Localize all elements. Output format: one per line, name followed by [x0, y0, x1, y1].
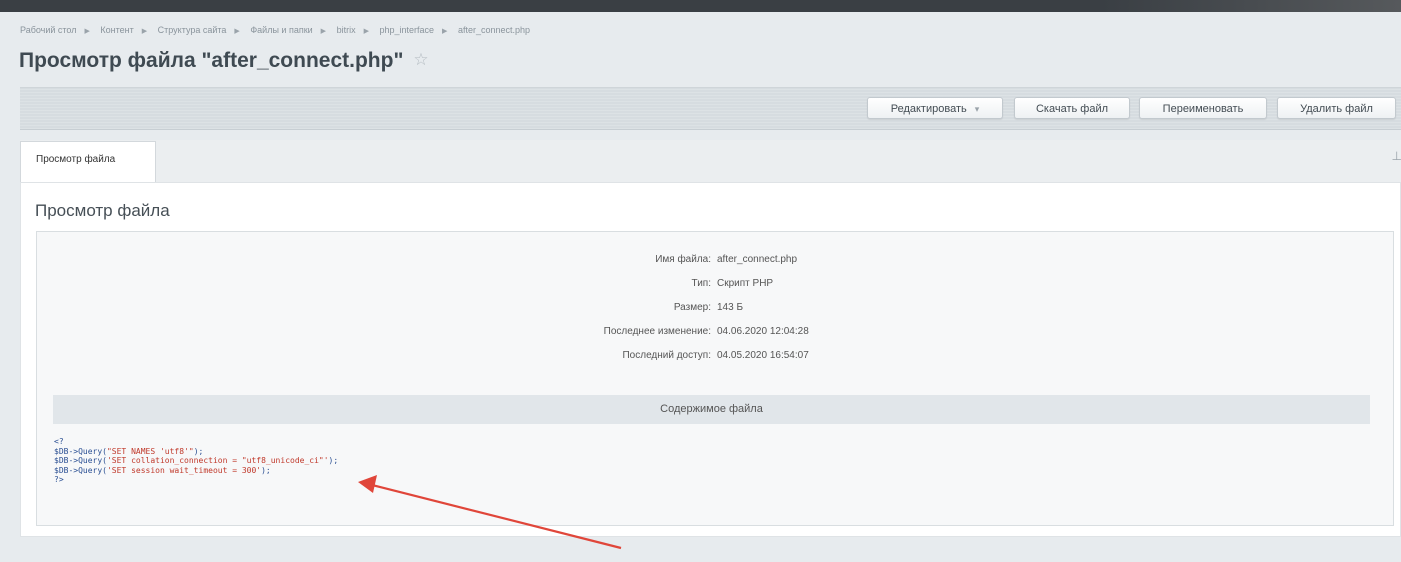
annotation-overlay [358, 475, 622, 550]
arrow-annotation [367, 482, 622, 550]
arrow-head-icon [358, 475, 377, 493]
